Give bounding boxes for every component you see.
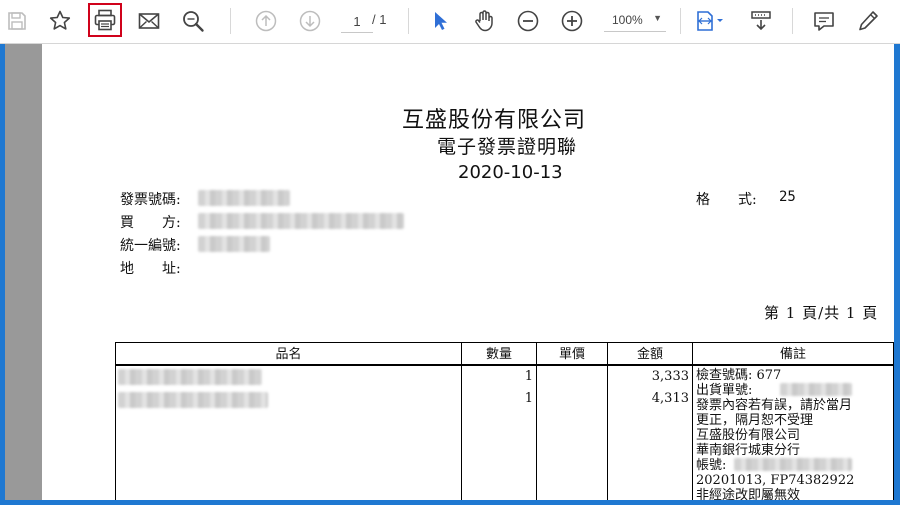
format-value: 25 (779, 189, 796, 205)
note-company: 互盛股份有限公司 (696, 428, 801, 443)
save-icon[interactable] (1, 5, 33, 37)
page-total-label: / 1 (372, 12, 387, 27)
scroll-mode-icon[interactable] (745, 5, 777, 37)
email-icon[interactable] (133, 5, 165, 37)
column-header: 數量 (461, 342, 537, 366)
redacted-tax-id (198, 236, 270, 252)
zoom-in-icon[interactable] (556, 5, 588, 37)
note-correction-2: 更正，隔月恕不受理 (696, 413, 814, 428)
zoom-out-icon[interactable] (512, 5, 544, 37)
document-viewer[interactable]: 互盛股份有限公司 電子發票證明聯 2020-10-13 發票號碼: 買 方: 統… (5, 44, 894, 500)
column-header: 品名 (115, 342, 462, 366)
quantity-value: 1 (524, 391, 533, 406)
note-correction-1: 發票內容若有誤，請於當月 (696, 398, 853, 413)
tax-id-label: 統一編號: (120, 238, 181, 254)
format-label: 格 式: (696, 192, 757, 208)
address-label: 地 址: (120, 261, 181, 277)
note-validity: 非經途改即屬無效 (696, 488, 801, 500)
note-check-number: 檢查號碼: 677 (696, 368, 782, 383)
table-header-row: 品名 數量 單價 金額 備註 (115, 342, 894, 366)
amount-value: 3,333 (651, 369, 689, 384)
redacted-item-name (118, 392, 268, 408)
toolbar-separator (680, 8, 681, 34)
redacted-shipment-number (780, 383, 852, 396)
pen-draw-icon[interactable] (852, 5, 884, 37)
page-number-input[interactable] (341, 10, 373, 33)
remarks-block: 檢查號碼: 677 出貨單號: 發票內容若有誤，請於當月 更正，隔月恕不受理 互… (696, 366, 890, 500)
toolbar-separator (408, 8, 409, 34)
fit-page-icon[interactable] (692, 5, 728, 37)
page-info: 第 1 頁/共 1 頁 (764, 304, 879, 322)
column-header: 備註 (692, 342, 894, 366)
bookmark-star-icon[interactable] (44, 5, 76, 37)
redacted-account-number (734, 458, 852, 471)
previous-page-icon[interactable] (250, 5, 282, 37)
amount-value: 4,313 (651, 391, 689, 406)
invoice-page: 互盛股份有限公司 電子發票證明聯 2020-10-13 發票號碼: 買 方: 統… (42, 44, 894, 500)
note-bank: 華南銀行城東分行 (696, 443, 801, 458)
comment-icon[interactable] (808, 5, 840, 37)
toolbar-separator (792, 8, 793, 34)
buyer-label: 買 方: (120, 215, 181, 231)
table-row: 1 1 3,333 4,313 檢查號碼: 677 出貨單號: 發票內容若有誤，… (115, 364, 894, 500)
zoom-level-dropdown[interactable]: 100% ▼ (604, 9, 666, 32)
quantity-value: 1 (524, 369, 533, 384)
next-page-icon[interactable] (294, 5, 326, 37)
redacted-buyer (198, 213, 404, 229)
amount-cell: 3,333 4,313 (607, 364, 693, 500)
redacted-item-name (118, 369, 262, 385)
toolbar: / 1 100% ▼ (0, 0, 900, 44)
items-table: 品名 數量 單價 金額 備註 1 1 3,333 4,313 檢查號碼: 677… (115, 342, 894, 500)
zoom-level-value: 100% (612, 13, 643, 27)
toolbar-separator (230, 8, 231, 34)
print-icon[interactable] (88, 3, 122, 37)
unit-price-cell (536, 364, 608, 500)
select-cursor-icon[interactable] (424, 5, 456, 37)
column-header: 單價 (536, 342, 608, 366)
redacted-invoice-number (198, 190, 290, 206)
search-zoom-icon[interactable] (177, 5, 209, 37)
page-gutter (5, 44, 42, 500)
quantity-cell: 1 1 (461, 364, 537, 500)
company-name: 互盛股份有限公司 (402, 108, 587, 133)
document-title: 電子發票證明聯 (437, 136, 578, 158)
hand-tool-icon[interactable] (468, 5, 500, 37)
invoice-number-label: 發票號碼: (120, 192, 181, 208)
column-header: 金額 (607, 342, 693, 366)
chevron-down-icon: ▼ (653, 13, 662, 23)
invoice-date: 2020-10-13 (458, 162, 563, 183)
item-name-cell (115, 364, 462, 500)
remarks-cell: 檢查號碼: 677 出貨單號: 發票內容若有誤，請於當月 更正，隔月恕不受理 互… (692, 364, 894, 500)
note-reference: 20201013, FP74382922 (696, 473, 855, 488)
